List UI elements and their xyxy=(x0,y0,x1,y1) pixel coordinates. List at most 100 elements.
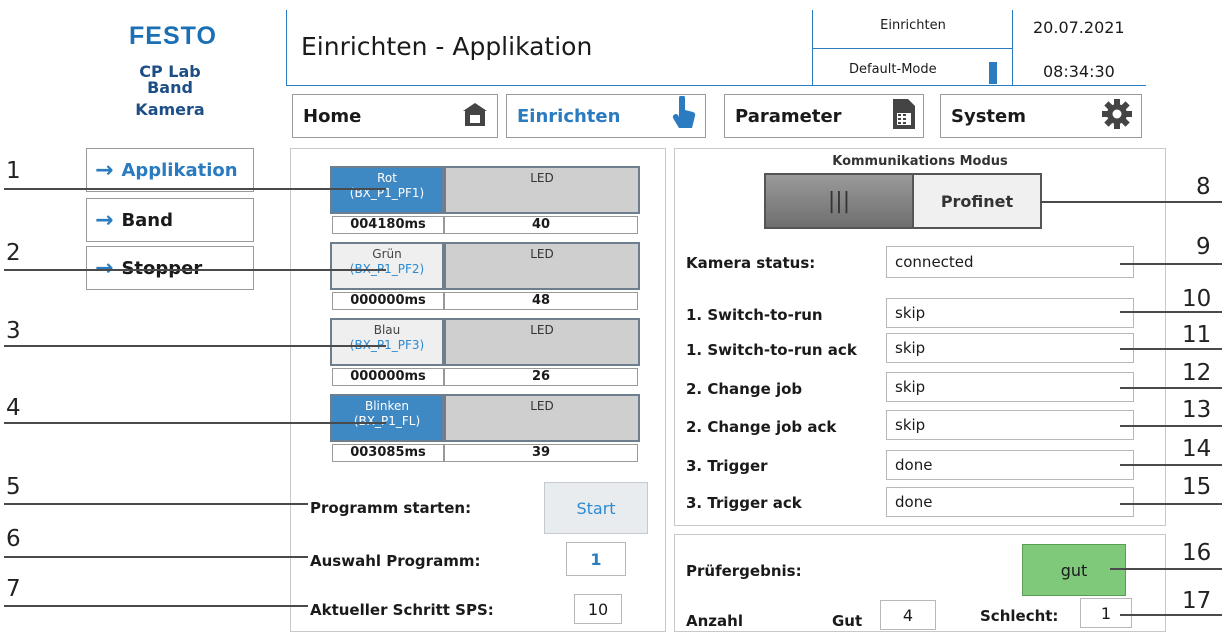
bad-label: Schlecht: xyxy=(980,607,1059,625)
document-icon xyxy=(893,98,915,134)
callout-number: 6 xyxy=(6,526,21,552)
comm-row-value: skip xyxy=(886,298,1134,328)
nav-parameter-label: Parameter xyxy=(735,105,842,127)
callout-line xyxy=(1120,614,1222,616)
comm-row-value: skip xyxy=(886,372,1134,402)
led-gruen-value: 48 xyxy=(444,292,638,310)
nav-system-label: System xyxy=(951,105,1026,127)
start-button[interactable]: Start xyxy=(544,482,648,534)
comm-row-value: skip xyxy=(886,410,1134,440)
mode-divider xyxy=(813,48,1013,49)
callout-number: 8 xyxy=(1196,174,1211,200)
callout-line xyxy=(1120,311,1222,313)
comm-row-value: done xyxy=(886,487,1134,517)
date-display: 20.07.2021 xyxy=(1033,18,1125,37)
bad-count: 1 xyxy=(1080,598,1132,628)
led-gruen-time: 000000ms xyxy=(332,292,444,310)
callout-line xyxy=(1120,348,1222,350)
mode-label: Einrichten xyxy=(880,18,946,33)
callout-number: 12 xyxy=(1182,360,1212,386)
callout-number: 17 xyxy=(1182,588,1212,614)
page-title: Einrichten - Applikation xyxy=(301,32,593,61)
comm-row-value: skip xyxy=(886,333,1134,363)
step-value: 10 xyxy=(574,594,622,624)
callout-number: 15 xyxy=(1182,474,1212,500)
comm-row-label: 1. Switch-to-run ack xyxy=(686,341,857,359)
sidebar-item-band[interactable]: → Band xyxy=(86,198,254,242)
hand-pointer-icon xyxy=(671,94,697,137)
sidebar-item-label: Applikation xyxy=(121,159,238,181)
callout-number: 9 xyxy=(1196,234,1211,260)
led-blau-name: Blau xyxy=(373,323,401,337)
callout-line xyxy=(1120,425,1222,427)
led-gruen-button[interactable]: Grün (BX_P1_PF2) xyxy=(330,242,444,290)
gear-icon xyxy=(1101,98,1133,135)
sidebar-item-label: Stopper xyxy=(121,257,203,279)
led-blau-button[interactable]: Blau (BX_P1_PF3) xyxy=(330,318,444,366)
mode-indicator xyxy=(989,62,997,84)
led-rot-value: 40 xyxy=(444,216,638,234)
callout-line xyxy=(1120,503,1222,505)
nav-einrichten-label: Einrichten xyxy=(517,105,621,127)
callout-line xyxy=(4,188,386,190)
nav-parameter-button[interactable]: Parameter xyxy=(724,94,924,138)
step-label: Aktueller Schritt SPS: xyxy=(310,601,494,619)
led-rot-time: 004180ms xyxy=(332,216,444,234)
callout-line xyxy=(4,503,308,505)
nav-home-button[interactable]: Home xyxy=(292,94,498,138)
program-start-label: Programm starten: xyxy=(310,499,472,517)
sidebar-item-label: Band xyxy=(121,209,174,231)
house-icon xyxy=(461,101,489,132)
sidebar-item-applikation[interactable]: → Applikation xyxy=(86,148,254,192)
station-name: CP Lab Band Kamera xyxy=(115,62,225,119)
callout-number: 1 xyxy=(6,158,21,184)
callout-number: 4 xyxy=(6,395,21,421)
program-select-input[interactable]: 1 xyxy=(566,542,626,576)
callout-number: 11 xyxy=(1182,322,1212,348)
led-blinken-name: Blinken xyxy=(364,399,409,413)
nav-einrichten-button[interactable]: Einrichten xyxy=(506,94,706,138)
callout-number: 2 xyxy=(6,240,21,266)
led-blinken-button[interactable]: Blinken (BX_P1_FL) xyxy=(330,394,444,442)
result-label: Prüfergebnis: xyxy=(686,562,802,580)
time-display: 08:34:30 xyxy=(1043,62,1115,81)
toggle-grip-icon: ||| xyxy=(827,188,851,214)
led-rot-button[interactable]: Rot (BX_P1_PF1) xyxy=(330,166,444,214)
station-line-2: Band xyxy=(147,78,193,97)
led-blau-value: 26 xyxy=(444,368,638,386)
callout-line xyxy=(4,556,308,558)
callout-line xyxy=(1040,201,1222,203)
camera-status-value: connected xyxy=(886,246,1134,278)
nav-system-button[interactable]: System xyxy=(940,94,1142,138)
callout-number: 16 xyxy=(1182,540,1212,566)
datetime-box: 20.07.2021 08:34:30 xyxy=(1012,10,1148,86)
led-gruen-indicator: LED xyxy=(444,242,640,290)
arrow-right-icon: → xyxy=(95,157,114,183)
led-rot-name: Rot xyxy=(377,171,397,185)
callout-number: 5 xyxy=(6,474,21,500)
station-line-3: Kamera xyxy=(135,100,205,119)
callout-line xyxy=(1110,568,1222,570)
led-gruen-name: Grün xyxy=(372,247,402,261)
callout-number: 7 xyxy=(6,576,21,602)
comm-row-label: 2. Change job xyxy=(686,380,803,398)
comm-mode-toggle[interactable]: ||| xyxy=(764,173,914,229)
comm-row-label: 3. Trigger ack xyxy=(686,494,802,512)
count-label: Anzahl xyxy=(686,612,743,630)
led-blinken-time: 003085ms xyxy=(332,444,444,462)
camera-status-label: Kamera status: xyxy=(686,254,816,272)
mode-value: Default-Mode xyxy=(849,62,937,77)
comm-row-value: done xyxy=(886,450,1134,480)
comm-mode-profinet[interactable]: Profinet xyxy=(914,173,1042,229)
arrow-right-icon: → xyxy=(95,207,114,233)
led-blau-indicator: LED xyxy=(444,318,640,366)
callout-number: 3 xyxy=(6,318,21,344)
callout-number: 13 xyxy=(1182,397,1212,423)
comm-row-label: 2. Change job ack xyxy=(686,418,837,436)
nav-home-label: Home xyxy=(303,105,362,127)
festo-logo: FESTO xyxy=(129,22,217,50)
sidebar-item-stopper[interactable]: → Stopper xyxy=(86,246,254,290)
callout-line xyxy=(1120,263,1222,265)
callout-line xyxy=(4,269,386,271)
callout-line xyxy=(1120,387,1222,389)
